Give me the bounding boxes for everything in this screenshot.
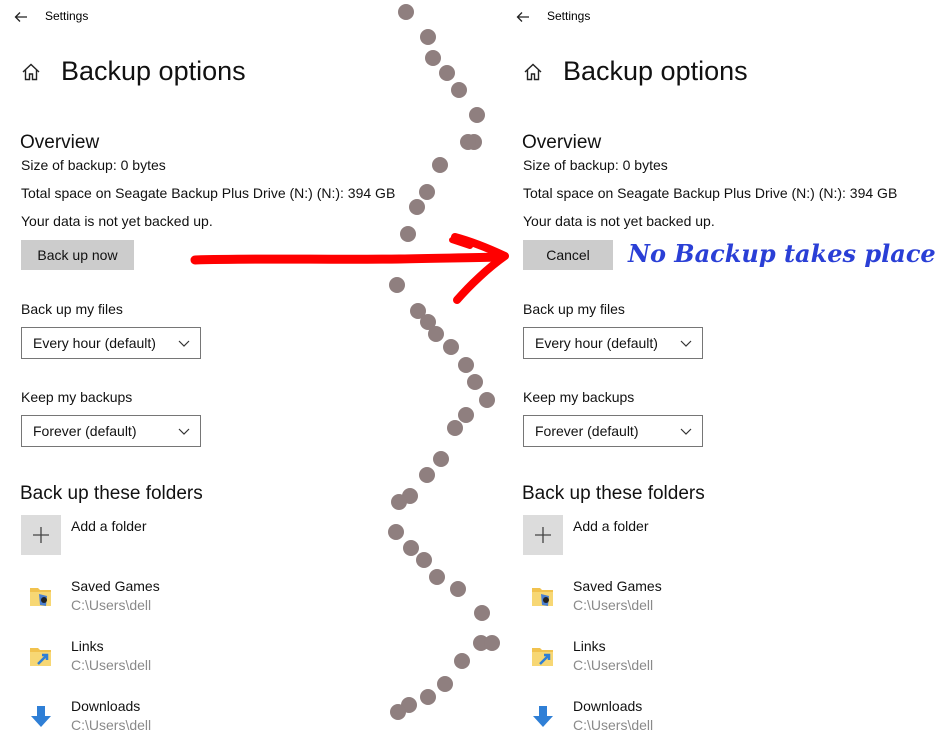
home-icon[interactable] bbox=[523, 62, 543, 82]
back-up-now-button[interactable]: Back up now bbox=[21, 240, 134, 270]
folder-item-links[interactable]: Links C:\Users\dell bbox=[21, 638, 401, 682]
plus-icon bbox=[33, 527, 49, 543]
keep-backups-label: Keep my backups bbox=[523, 389, 635, 405]
keep-backups-dropdown[interactable]: Forever (default) bbox=[21, 415, 201, 447]
settings-window-before: Settings Backup options Overview Size of… bbox=[0, 0, 420, 733]
keep-backups-label: Keep my backups bbox=[21, 389, 133, 405]
folder-name: Saved Games bbox=[573, 578, 662, 594]
chevron-down-icon bbox=[178, 428, 190, 435]
total-space-text: Total space on Seagate Backup Plus Drive… bbox=[523, 185, 898, 201]
folder-path: C:\Users\dell bbox=[573, 597, 654, 613]
saved-games-folder-icon bbox=[30, 588, 51, 606]
chevron-down-icon bbox=[178, 340, 190, 347]
links-folder-icon bbox=[532, 648, 553, 666]
folder-item-saved-games[interactable]: Saved Games C:\Users\dell bbox=[21, 578, 401, 622]
folder-path: C:\Users\dell bbox=[71, 597, 152, 613]
backup-frequency-dropdown[interactable]: Every hour (default) bbox=[21, 327, 201, 359]
annotation-note: No Backup takes place. bbox=[628, 239, 935, 268]
folder-path: C:\Users\dell bbox=[573, 657, 654, 673]
chevron-down-icon bbox=[680, 340, 692, 347]
add-folder-button[interactable] bbox=[523, 515, 563, 555]
folder-name: Links bbox=[71, 638, 104, 654]
folder-name: Saved Games bbox=[71, 578, 160, 594]
backup-size-text: Size of backup: 0 bytes bbox=[21, 157, 166, 173]
backup-status-text: Your data is not yet backed up. bbox=[21, 213, 213, 229]
red-arrow-annotation bbox=[190, 233, 509, 304]
backup-frequency-label: Back up my files bbox=[523, 301, 625, 317]
links-folder-icon bbox=[30, 648, 51, 666]
app-title: Settings bbox=[547, 9, 591, 23]
folder-item-downloads[interactable]: Downloads C:\Users\dell bbox=[523, 698, 903, 742]
overview-heading: Overview bbox=[522, 132, 602, 153]
add-folder-label[interactable]: Add a folder bbox=[573, 518, 649, 534]
folder-item-saved-games[interactable]: Saved Games C:\Users\dell bbox=[523, 578, 903, 622]
saved-games-folder-icon bbox=[532, 588, 553, 606]
app-title: Settings bbox=[45, 9, 89, 23]
folder-name: Downloads bbox=[573, 698, 643, 714]
folder-name: Downloads bbox=[71, 698, 141, 714]
cancel-button[interactable]: Cancel bbox=[523, 240, 613, 270]
back-arrow-icon[interactable] bbox=[14, 10, 28, 24]
folder-name: Links bbox=[573, 638, 606, 654]
backup-status-text: Your data is not yet backed up. bbox=[523, 213, 715, 229]
folder-path: C:\Users\dell bbox=[71, 657, 152, 673]
folder-item-links[interactable]: Links C:\Users\dell bbox=[523, 638, 903, 682]
total-space-text: Total space on Seagate Backup Plus Drive… bbox=[21, 185, 396, 201]
chevron-down-icon bbox=[680, 428, 692, 435]
dotted-divider bbox=[388, 4, 500, 720]
backup-size-text: Size of backup: 0 bytes bbox=[523, 157, 668, 173]
folders-heading: Back up these folders bbox=[20, 483, 203, 504]
backup-frequency-label: Back up my files bbox=[21, 301, 123, 317]
backup-frequency-value: Every hour (default) bbox=[535, 335, 658, 351]
page-title: Backup options bbox=[563, 56, 748, 86]
keep-backups-value: Forever (default) bbox=[535, 423, 639, 439]
add-folder-label[interactable]: Add a folder bbox=[71, 518, 147, 534]
plus-icon bbox=[535, 527, 551, 543]
title-bar bbox=[516, 8, 530, 26]
settings-window-after: Settings Backup options Overview Size of… bbox=[502, 0, 922, 733]
backup-frequency-value: Every hour (default) bbox=[33, 335, 156, 351]
home-icon[interactable] bbox=[21, 62, 41, 82]
folder-path: C:\Users\dell bbox=[71, 717, 152, 733]
back-arrow-icon[interactable] bbox=[516, 10, 530, 24]
title-bar bbox=[14, 8, 28, 26]
page-title: Backup options bbox=[61, 56, 246, 86]
folder-path: C:\Users\dell bbox=[573, 717, 654, 733]
keep-backups-dropdown[interactable]: Forever (default) bbox=[523, 415, 703, 447]
folder-item-downloads[interactable]: Downloads C:\Users\dell bbox=[21, 698, 401, 742]
add-folder-button[interactable] bbox=[21, 515, 61, 555]
folders-heading: Back up these folders bbox=[522, 483, 705, 504]
keep-backups-value: Forever (default) bbox=[33, 423, 137, 439]
backup-frequency-dropdown[interactable]: Every hour (default) bbox=[523, 327, 703, 359]
overview-heading: Overview bbox=[20, 132, 100, 153]
